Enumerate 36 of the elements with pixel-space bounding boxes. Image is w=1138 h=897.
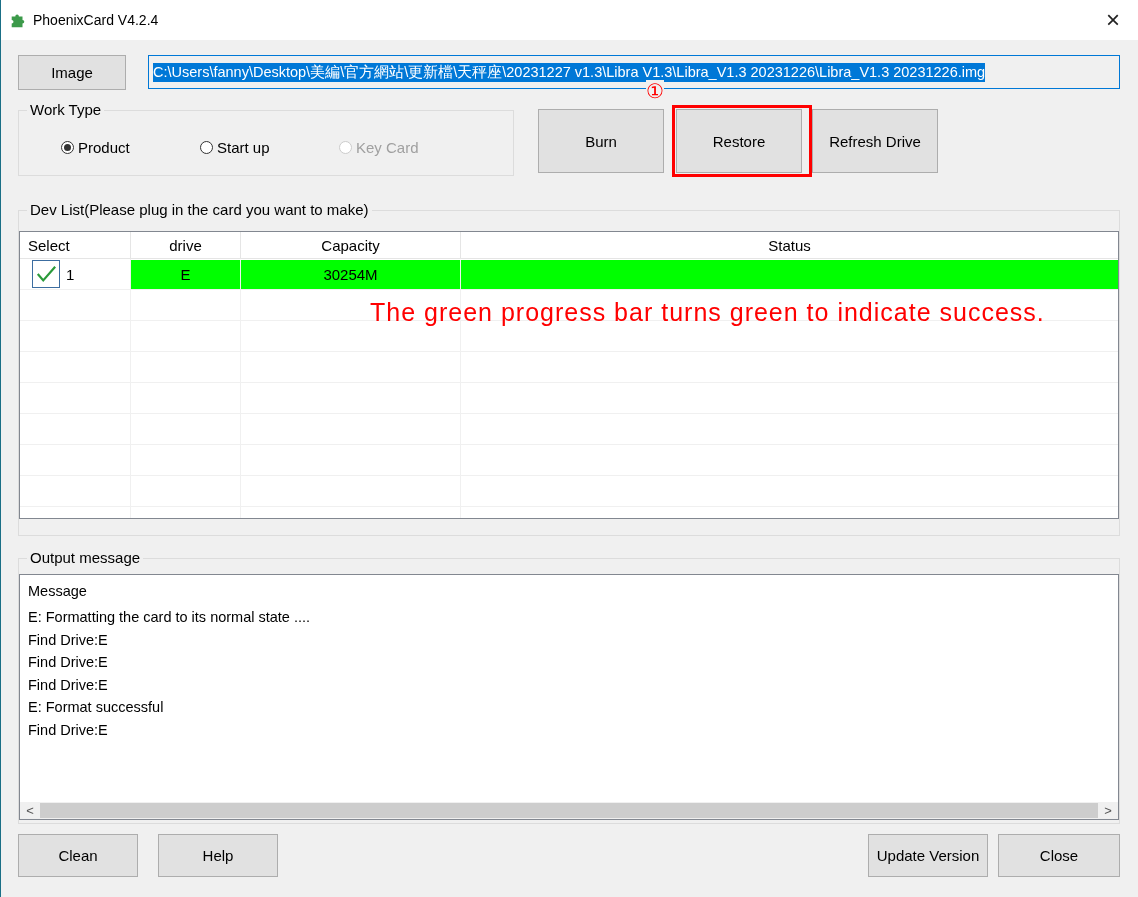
footer-button[interactable]: Clean	[18, 834, 138, 877]
radio-option[interactable]: Product	[61, 139, 200, 156]
column-header: drive	[131, 232, 241, 258]
column-header: Capacity	[241, 232, 461, 258]
column-header: Select	[20, 232, 131, 258]
group-title: Dev List(Please plug in the card you want to make)	[27, 201, 372, 219]
action-button[interactable]: Restore	[676, 109, 802, 173]
group-title: Work Type	[27, 101, 105, 119]
scroll-left-button[interactable]: <	[20, 803, 40, 818]
window-title: PhoenixCard V4.2.4	[33, 12, 160, 28]
message-line: Find Drive:E	[28, 630, 109, 650]
close-button[interactable]: ×	[1096, 6, 1130, 34]
message-line: Find Drive:E	[28, 653, 109, 672]
annotation-text: The green progress bar turns green to indicate success.	[370, 298, 1045, 327]
message-line: E: Format successful	[28, 698, 165, 717]
step-number: ①	[646, 80, 664, 102]
message-line: E: Formatting the card to its normal state ....	[28, 608, 312, 627]
action-button[interactable]: Burn	[538, 109, 664, 173]
image-button[interactable]: Image	[18, 54, 126, 90]
message-line: Find Drive:E	[28, 675, 109, 695]
message-header: Message	[28, 583, 88, 599]
table-cell: E	[131, 260, 241, 289]
action-button[interactable]: Refresh Drive	[812, 109, 938, 173]
row-number: 1	[66, 265, 75, 283]
footer-button[interactable]: Close	[998, 834, 1120, 877]
checkbox[interactable]	[32, 260, 60, 288]
radio-circle[interactable]	[200, 141, 213, 154]
footer-button[interactable]: Help	[158, 834, 278, 877]
footer-button[interactable]: Update Version	[868, 834, 988, 877]
radio-circle[interactable]	[61, 141, 74, 154]
radio-option[interactable]: Start up	[200, 139, 339, 156]
horizontal-scrollbar[interactable]: < >	[20, 802, 1118, 819]
scroll-right-button[interactable]: >	[1098, 803, 1118, 818]
column-header: Status	[767, 235, 812, 256]
message-line: Find Drive:E	[28, 720, 109, 740]
table-cell: 30254M	[241, 260, 461, 289]
